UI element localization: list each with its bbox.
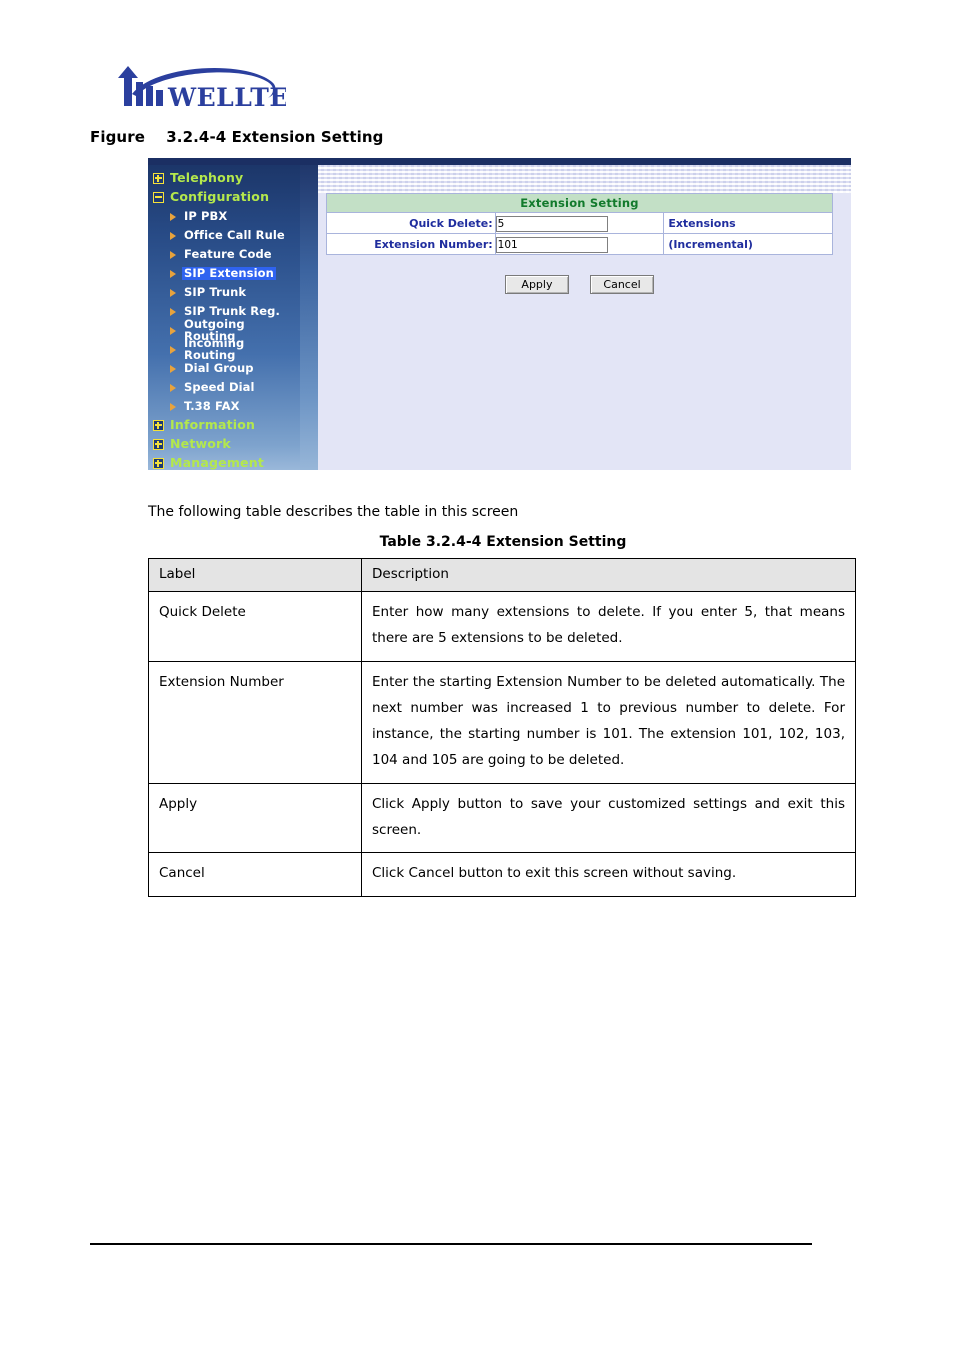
chevron-right-icon (170, 345, 176, 354)
extension-number-input[interactable] (495, 236, 608, 253)
chevron-right-icon (170, 250, 176, 259)
sidebar-subitem-feature-code[interactable]: Feature Code (148, 245, 300, 264)
sidebar-item-network[interactable]: Network (148, 435, 300, 454)
intro-paragraph: The following table describes the table … (148, 504, 519, 520)
minus-box-icon[interactable] (153, 192, 164, 203)
content-texture-band (318, 165, 851, 193)
sidebar-item-management[interactable]: Management (148, 454, 300, 470)
quick-delete-label: Quick Delete: (326, 212, 496, 234)
sidebar-subitem-label: Incoming Routing (184, 336, 245, 362)
quick-delete-hint: Extensions (663, 212, 833, 234)
svg-text:WELLTECH: WELLTECH (167, 83, 286, 112)
chevron-right-icon (170, 231, 176, 240)
device-content-area: Extension Setting Quick Delete: Extensio… (318, 165, 851, 470)
sidebar-item-configuration[interactable]: Configuration (148, 188, 300, 207)
extension-number-hint: (Incremental) (663, 233, 833, 255)
description-table: Label Description Quick Delete Enter how… (148, 558, 856, 897)
quick-delete-input-cell (494, 212, 665, 234)
sidebar-subitem-label: Office Call Rule (184, 227, 285, 242)
form-title: Extension Setting (326, 193, 833, 213)
form-button-row: Apply Cancel (326, 273, 833, 294)
row-label: Quick Delete (148, 590, 362, 662)
sidebar-subitem-label: SIP Extension (182, 265, 276, 281)
sidebar-item-label: Management (170, 455, 265, 470)
cancel-button[interactable]: Cancel (590, 275, 655, 294)
device-sidebar-nav: Telephony Configuration IP PBX Office Ca… (148, 165, 300, 470)
quick-delete-input[interactable] (495, 215, 608, 232)
column-header-description: Description (361, 558, 856, 592)
table-header-row: Label Description (148, 558, 856, 592)
row-label: Extension Number (148, 660, 362, 784)
table-caption: Table 3.2.4-4 Extension Setting (379, 534, 627, 550)
sidebar-subitem-t38-fax[interactable]: T.38 FAX (148, 397, 300, 416)
row-description: Click Apply button to save your customiz… (361, 782, 856, 854)
sidebar-subitem-incoming-routing[interactable]: Incoming Routing (148, 336, 300, 362)
sidebar-subitem-label: Feature Code (184, 246, 272, 261)
sidebar-subitem-label: Speed Dial (184, 379, 255, 394)
sidebar-subitem-office-call-rule[interactable]: Office Call Rule (148, 226, 300, 245)
sidebar-subitem-speed-dial[interactable]: Speed Dial (148, 378, 300, 397)
sidebar-subitem-label: SIP Trunk (184, 284, 247, 299)
chevron-right-icon (170, 288, 176, 297)
sidebar-item-label: Configuration (170, 189, 270, 205)
sidebar-subitem-label: Dial Group (184, 360, 254, 375)
form-row-quick-delete: Quick Delete: Extensions (326, 212, 833, 234)
figure-caption: Figure 3.2.4-4 Extension Setting (90, 128, 384, 146)
chevron-right-icon (170, 269, 176, 278)
sidebar-subitem-label: IP PBX (184, 208, 228, 223)
footer-rule (90, 1243, 812, 1245)
sidebar-subitem-label: T.38 FAX (184, 398, 240, 413)
table-row: Cancel Click Cancel button to exit this … (148, 852, 856, 897)
row-label: Cancel (148, 852, 362, 897)
table-row: Quick Delete Enter how many extensions t… (148, 590, 856, 662)
plus-box-icon[interactable] (153, 420, 164, 431)
extension-number-label: Extension Number: (326, 233, 496, 255)
sidebar-subitem-sip-extension[interactable]: SIP Extension (148, 264, 300, 283)
panel-top-bar (148, 158, 851, 165)
chevron-right-icon (170, 383, 176, 392)
sidebar-edge-divider (300, 165, 318, 470)
sidebar-subitem-sip-trunk[interactable]: SIP Trunk (148, 283, 300, 302)
sidebar-item-label: Network (170, 436, 231, 452)
column-header-label: Label (148, 558, 362, 592)
chevron-right-icon (170, 402, 176, 411)
chevron-right-icon (170, 364, 176, 373)
welltech-logo: WELLTECH (96, 56, 333, 112)
row-description: Enter how many extensions to delete. If … (361, 590, 856, 662)
sidebar-item-information[interactable]: Information (148, 416, 300, 435)
extension-number-input-cell (494, 233, 665, 255)
row-label: Apply (148, 782, 362, 854)
apply-button[interactable]: Apply (504, 275, 569, 294)
sidebar-item-label: Information (170, 417, 256, 433)
table-row: Apply Click Apply button to save your cu… (148, 782, 856, 854)
chevron-right-icon (170, 212, 176, 221)
table-row: Extension Number Enter the starting Exte… (148, 660, 856, 784)
sidebar-subitem-ip-pbx[interactable]: IP PBX (148, 207, 300, 226)
extension-setting-form: Extension Setting Quick Delete: Extensio… (326, 193, 833, 255)
sidebar-item-telephony[interactable]: Telephony (148, 169, 300, 188)
sidebar-item-label: Telephony (170, 170, 244, 186)
chevron-right-icon (170, 307, 176, 316)
device-web-ui-screenshot: Telephony Configuration IP PBX Office Ca… (148, 158, 851, 470)
plus-box-icon[interactable] (153, 439, 164, 450)
chevron-right-icon (170, 326, 176, 335)
form-header-row: Extension Setting (326, 193, 833, 213)
row-description: Enter the starting Extension Number to b… (361, 660, 856, 784)
plus-box-icon[interactable] (153, 173, 164, 184)
plus-box-icon[interactable] (153, 458, 164, 469)
form-row-extension-number: Extension Number: (Incremental) (326, 233, 833, 255)
row-description: Click Cancel button to exit this screen … (361, 852, 856, 897)
